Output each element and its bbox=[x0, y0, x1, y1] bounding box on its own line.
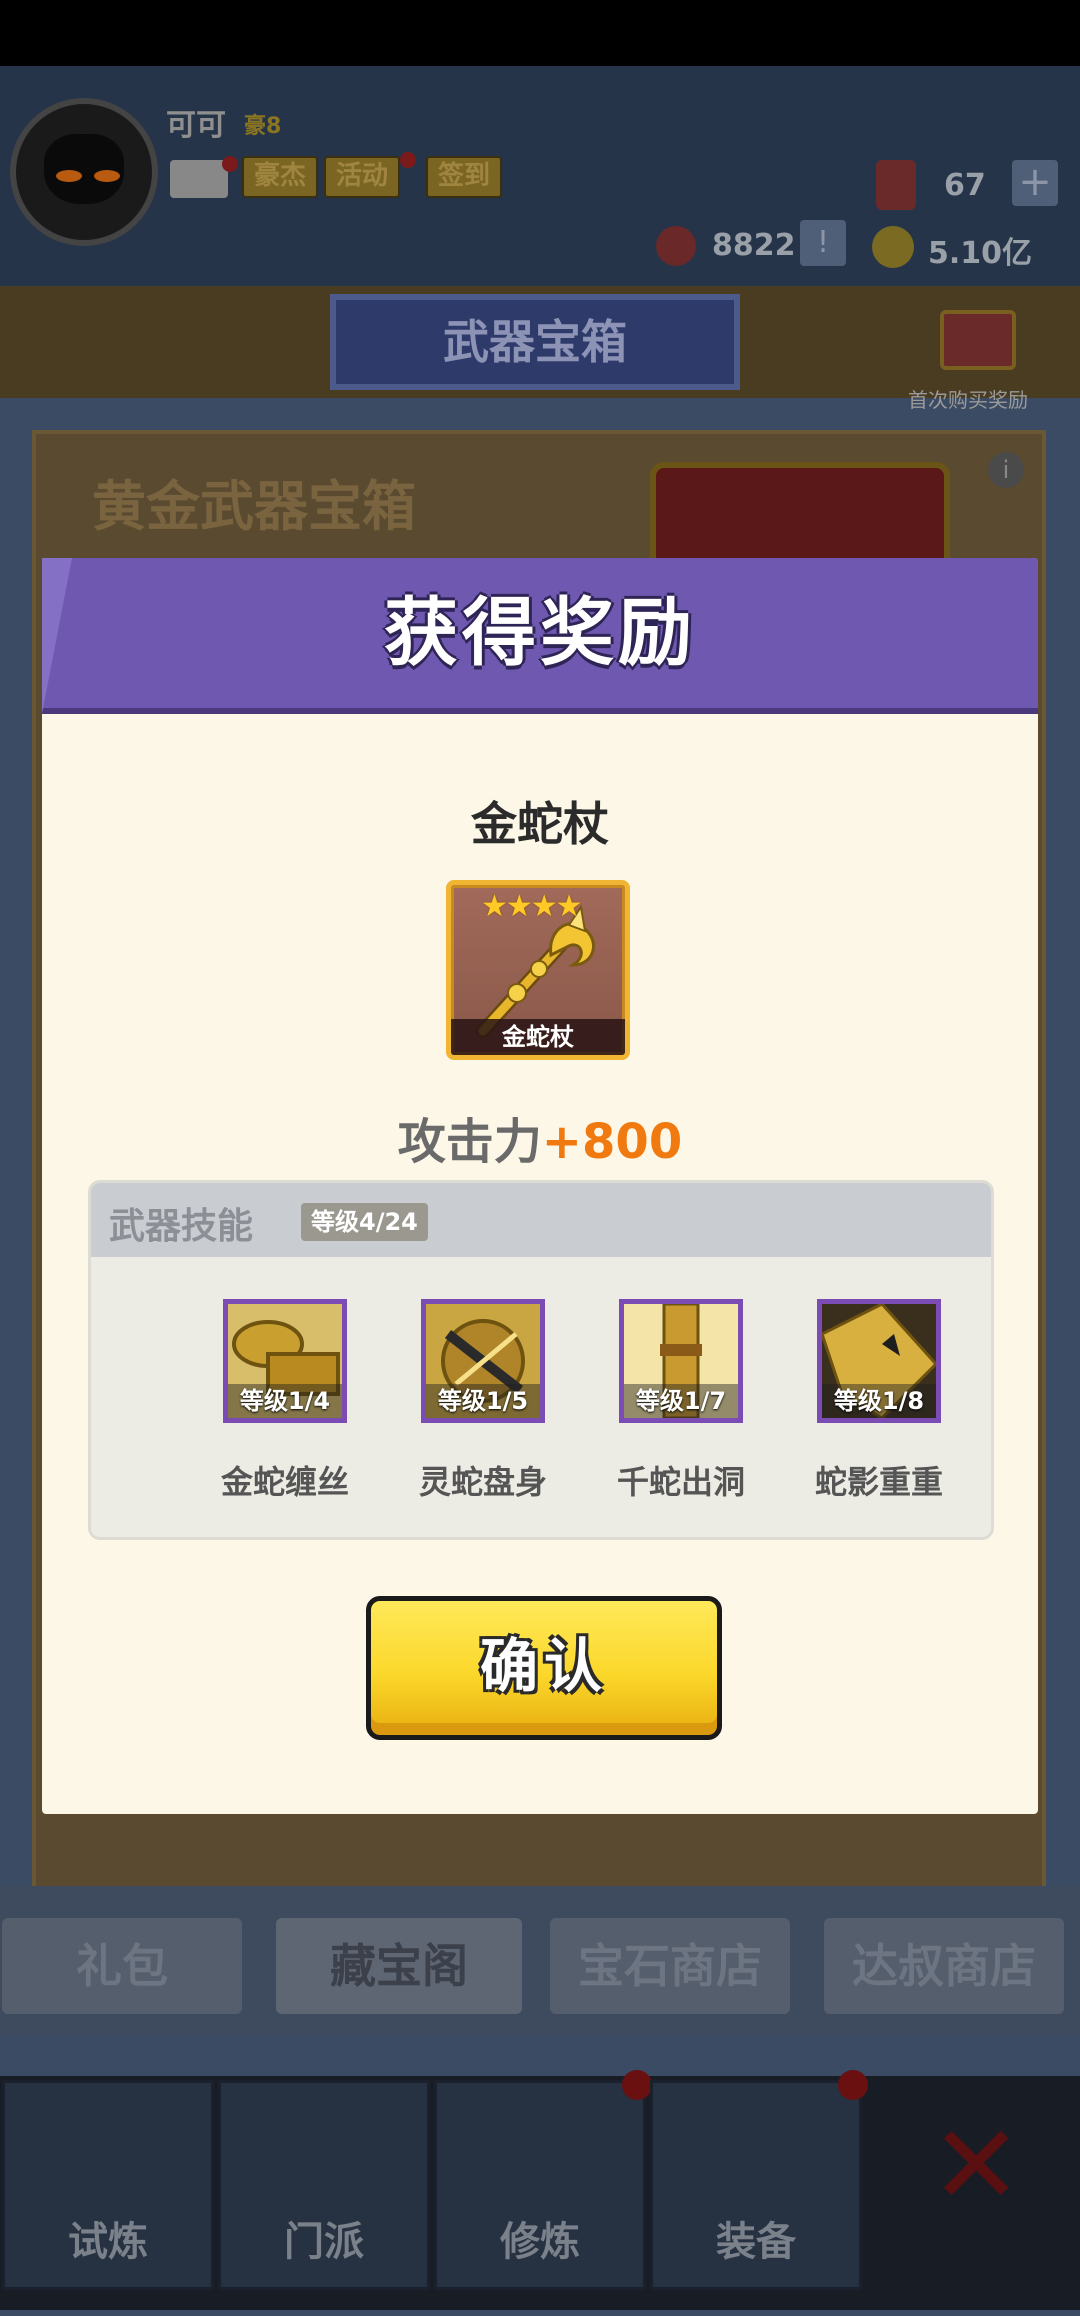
ninja-face-icon bbox=[44, 134, 124, 204]
notification-dot bbox=[400, 152, 416, 168]
first-purchase-label: 首次购买奖励 bbox=[908, 388, 1028, 412]
nav-equipment[interactable]: 装备 bbox=[650, 2080, 862, 2290]
modal-header: 获得奖励 bbox=[42, 558, 1038, 714]
tab-uncle-shop[interactable]: 达叔商店 bbox=[824, 1918, 1064, 2014]
nav-sect-label: 门派 bbox=[284, 2219, 364, 2265]
player-name: 可可 bbox=[166, 108, 226, 143]
add-gems-button[interactable]: + bbox=[1012, 160, 1058, 206]
attack-label: 攻击力 bbox=[397, 1114, 542, 1170]
gems-count: 67 bbox=[944, 168, 986, 203]
status-bar bbox=[0, 0, 1080, 66]
rarity-stars: ★★★★ bbox=[481, 889, 583, 924]
gold-coin-icon bbox=[872, 226, 914, 268]
info-button[interactable]: ! bbox=[800, 220, 846, 266]
eye-icon bbox=[56, 170, 82, 182]
skills-level-badge: 等级4/24 bbox=[301, 1203, 428, 1241]
activity-button[interactable]: 活动 bbox=[324, 156, 401, 198]
skill-level: 等级1/5 bbox=[426, 1384, 540, 1418]
weapon-skills-panel: 武器技能 等级4/24 等级1/4 金蛇缠丝 等级1/5 灵蛇盘身 等级1/7 … bbox=[88, 1180, 994, 1540]
attack-stat: 攻击力+800 bbox=[42, 1102, 1038, 1172]
tokens-count: 8822 bbox=[712, 228, 796, 263]
skills-header: 武器技能 等级4/24 bbox=[91, 1183, 991, 1257]
tab-gem-shop[interactable]: 宝石商店 bbox=[550, 1918, 790, 2014]
confirm-button[interactable]: 确认 bbox=[366, 1596, 722, 1740]
tab-treasure[interactable]: 藏宝阁 bbox=[276, 1918, 522, 2014]
player-avatar[interactable] bbox=[10, 98, 158, 246]
reward-item-card[interactable]: ★★★★ 金蛇杖 bbox=[446, 880, 630, 1060]
nav-trial-label: 试炼 bbox=[68, 2219, 148, 2265]
skill-item[interactable]: 等级1/8 蛇影重重 bbox=[767, 1299, 967, 1509]
vip-badge: 豪8 bbox=[244, 114, 282, 139]
attack-value: +800 bbox=[541, 1114, 683, 1170]
signin-button[interactable]: 签到 bbox=[426, 156, 503, 198]
skill-icon: 等级1/8 bbox=[817, 1299, 941, 1423]
notification-dot bbox=[838, 2070, 868, 2100]
notification-dot bbox=[222, 156, 238, 172]
token-icon bbox=[656, 226, 696, 266]
skill-icon: 等级1/4 bbox=[223, 1299, 347, 1423]
treasure-chest-icon[interactable] bbox=[940, 310, 1016, 370]
chest-title: 黄金武器宝箱 bbox=[92, 475, 416, 538]
info-icon[interactable]: i bbox=[988, 452, 1024, 488]
gem-icon bbox=[876, 160, 916, 210]
skill-name: 金蛇缠丝 bbox=[220, 1463, 349, 1501]
page-title-bar: 武器宝箱 首次购买奖励 bbox=[0, 286, 1080, 412]
eye-icon bbox=[94, 170, 120, 182]
skill-item[interactable]: 等级1/7 千蛇出洞 bbox=[569, 1299, 769, 1509]
skills-title: 武器技能 bbox=[109, 1206, 254, 1247]
skill-level: 等级1/4 bbox=[228, 1384, 342, 1418]
nav-equipment-label: 装备 bbox=[716, 2219, 796, 2265]
confirm-label: 确认 bbox=[479, 1632, 608, 1700]
top-bar bbox=[0, 66, 1080, 286]
skill-item[interactable]: 等级1/5 灵蛇盘身 bbox=[371, 1299, 571, 1509]
notification-dot bbox=[622, 2070, 652, 2100]
skill-icon: 等级1/7 bbox=[619, 1299, 743, 1423]
hero-button[interactable]: 豪杰 bbox=[242, 156, 319, 198]
gold-count: 5.10亿 bbox=[928, 236, 1033, 271]
reward-item-label: 金蛇杖 bbox=[451, 1019, 625, 1055]
nav-sect[interactable]: 门派 bbox=[218, 2080, 430, 2290]
skill-icon: 等级1/5 bbox=[421, 1299, 545, 1423]
skill-name: 灵蛇盘身 bbox=[418, 1463, 547, 1501]
nav-cultivate[interactable]: 修炼 bbox=[434, 2080, 646, 2290]
skill-level: 等级1/8 bbox=[822, 1384, 936, 1418]
skill-name: 千蛇出洞 bbox=[616, 1463, 745, 1501]
reward-item-name: 金蛇杖 bbox=[471, 797, 609, 851]
skill-name: 蛇影重重 bbox=[814, 1463, 943, 1501]
skill-item[interactable]: 等级1/4 金蛇缠丝 bbox=[173, 1299, 373, 1509]
skill-level: 等级1/7 bbox=[624, 1384, 738, 1418]
mail-icon[interactable] bbox=[170, 160, 228, 198]
tab-gift[interactable]: 礼包 bbox=[2, 1918, 242, 2014]
nav-trial[interactable]: 试炼 bbox=[2, 2080, 214, 2290]
page-title: 武器宝箱 bbox=[330, 294, 740, 390]
reward-modal: 获得奖励 金蛇杖 ★★★★ 金蛇杖 攻击力+800 武器技能 等级4/24 等级… bbox=[42, 558, 1038, 1814]
nav-cultivate-label: 修炼 bbox=[500, 2219, 580, 2265]
crossed-swords-icon[interactable]: ✕ bbox=[930, 2110, 1022, 2220]
modal-title: 获得奖励 bbox=[384, 590, 696, 676]
